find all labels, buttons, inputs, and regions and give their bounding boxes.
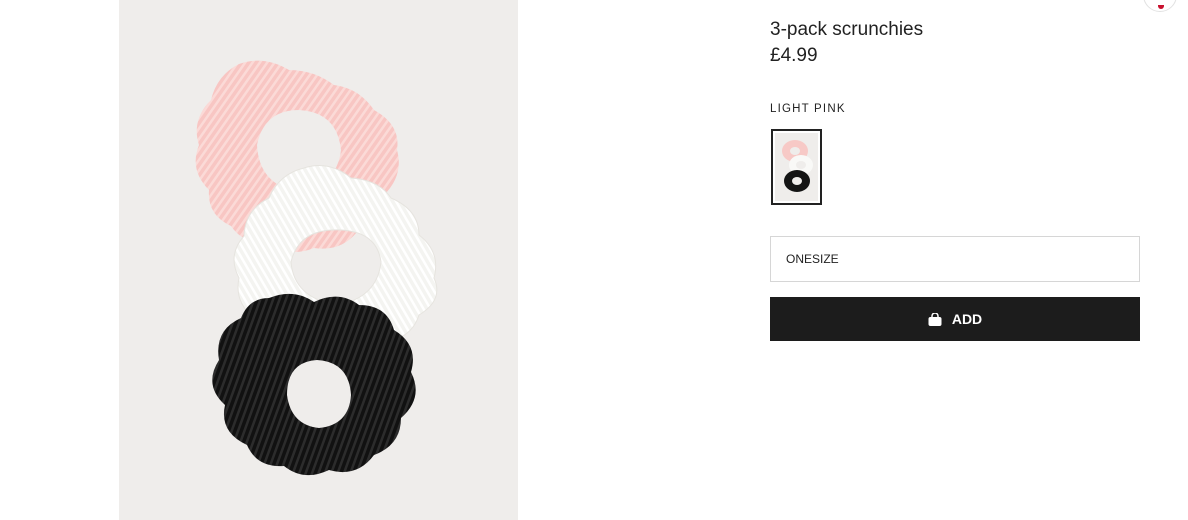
size-value: ONESIZE [786,252,839,266]
color-swatch-light-pink[interactable] [771,129,822,205]
size-selector[interactable]: ONESIZE [770,236,1140,282]
product-price: £4.99 [770,45,818,66]
heart-icon[interactable] [1143,0,1177,12]
product-image[interactable] [119,0,518,520]
swatch-thumbnail [775,133,818,201]
product-page: 3-pack scrunchies £4.99 LIGHT PINK ONESI… [0,0,1188,520]
selected-color-label: LIGHT PINK [770,103,846,115]
black-scrunchie [212,293,416,476]
scrunchies-photo [195,60,438,476]
add-button-label: ADD [951,311,983,327]
shopping-bag-icon [928,312,942,326]
add-to-bag-button[interactable]: ADD [770,297,1140,341]
product-title: 3-pack scrunchies [770,19,924,40]
